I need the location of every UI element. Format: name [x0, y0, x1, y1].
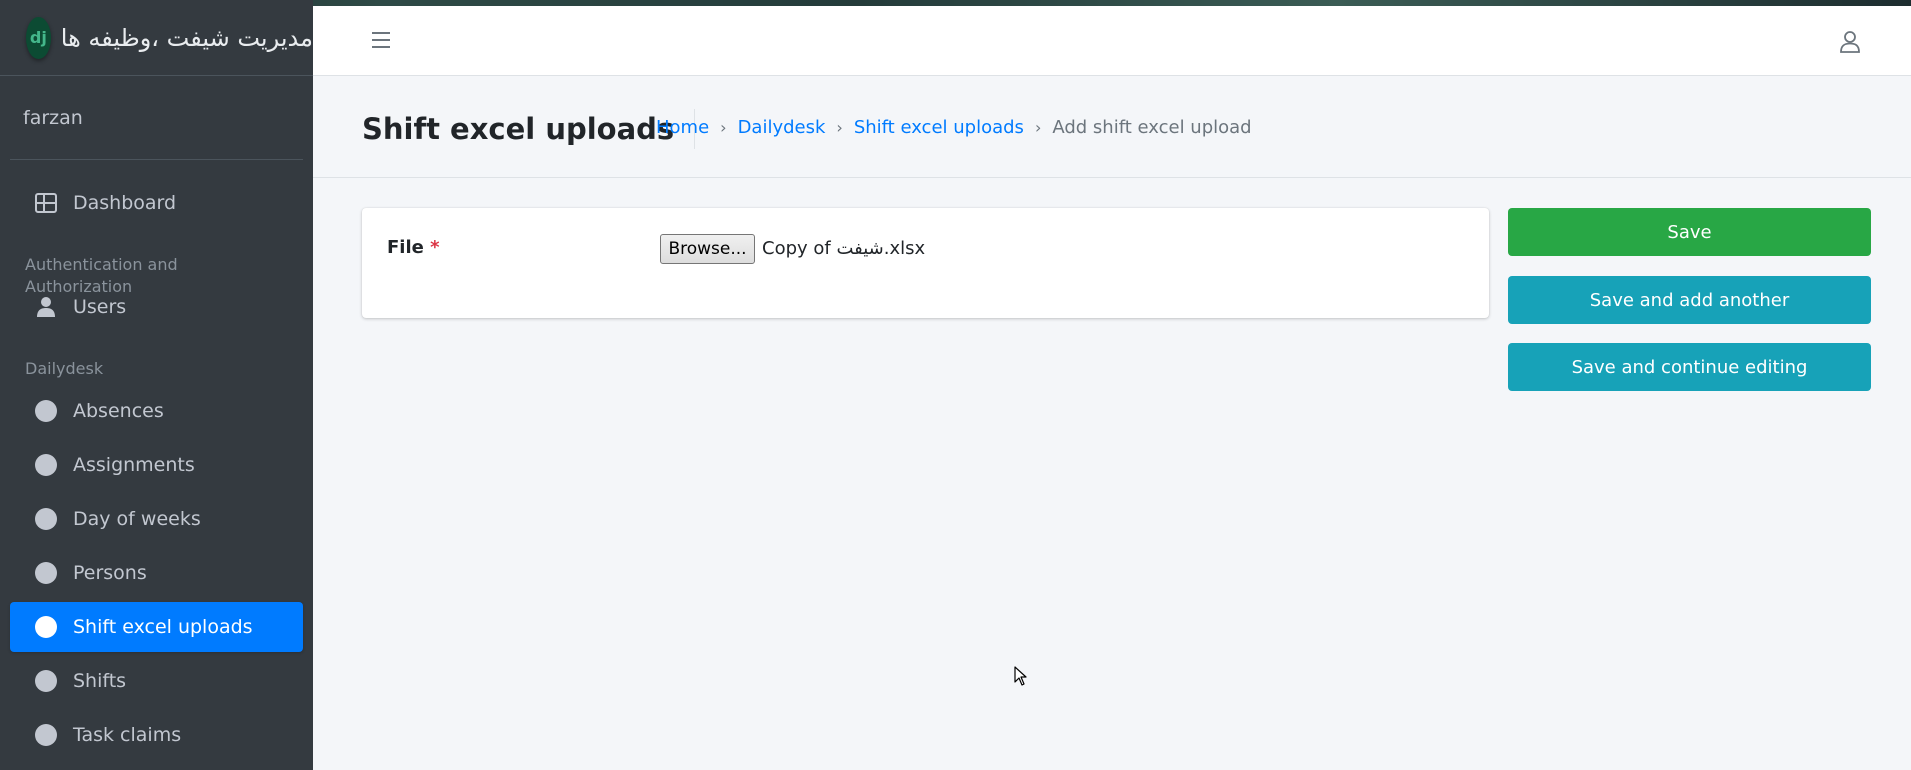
- circle-icon: [35, 562, 57, 584]
- circle-icon: [35, 400, 57, 422]
- brand-title: مدیریت شیفت ،وظیفه ها: [60, 23, 313, 52]
- save-and-continue-button[interactable]: Save and continue editing: [1508, 343, 1871, 391]
- circle-icon: [35, 508, 57, 530]
- browse-button[interactable]: Browse...: [660, 234, 755, 264]
- dashboard-icon: [35, 192, 57, 214]
- file-field-label: File *: [387, 237, 440, 258]
- breadcrumb-separator: ›: [720, 118, 727, 137]
- brand-logo: dj: [26, 16, 51, 59]
- sidebar-item-label: Persons: [73, 562, 147, 584]
- breadcrumb-dailydesk[interactable]: Dailydesk: [738, 117, 826, 138]
- breadcrumb-separator: ›: [836, 118, 843, 137]
- sidebar-item-label: Users: [73, 296, 127, 318]
- sidebar-item-shift-excel-uploads[interactable]: Shift excel uploads: [10, 602, 303, 652]
- breadcrumb: Home › Dailydesk › Shift excel uploads ›…: [656, 117, 1252, 138]
- nav-section-dailydesk: Dailydesk: [25, 359, 104, 378]
- selected-file-name: Copy of شیفت.xlsx: [762, 238, 926, 259]
- breadcrumb-separator: ›: [1034, 118, 1042, 137]
- sidebar-item-label: Day of weeks: [73, 508, 201, 530]
- user-icon[interactable]: [1839, 30, 1861, 54]
- sidebar-item-label: Shift excel uploads: [73, 616, 253, 638]
- sidebar-item-label: Absences: [73, 400, 164, 422]
- required-marker: *: [430, 237, 440, 258]
- sidebar-nav: Dashboard Authentication and Authorizati…: [0, 160, 313, 760]
- circle-icon: [35, 616, 57, 638]
- sidebar-item-label: Dashboard: [73, 192, 177, 214]
- menu-icon[interactable]: [372, 32, 390, 48]
- sidebar-item-label: Shifts: [73, 670, 127, 692]
- circle-icon: [35, 670, 57, 692]
- breadcrumb-shift-excel-uploads[interactable]: Shift excel uploads: [854, 117, 1024, 138]
- page-title: Shift excel uploads: [362, 109, 696, 149]
- sidebar-item-persons[interactable]: Persons: [10, 548, 303, 598]
- user-name: farzan: [23, 106, 83, 129]
- sidebar-item-day-of-weeks[interactable]: Day of weeks: [10, 494, 303, 544]
- mouse-cursor-icon: [1014, 666, 1028, 690]
- content-header: Shift excel uploads Home › Dailydesk › S…: [313, 77, 1911, 178]
- save-button[interactable]: Save: [1508, 208, 1871, 256]
- sidebar-item-label: Assignments: [73, 454, 195, 476]
- sidebar-item-absences[interactable]: Absences: [10, 386, 303, 436]
- circle-icon: [35, 454, 57, 476]
- brand[interactable]: dj مدیریت شیفت ،وظیفه ها: [0, 0, 313, 76]
- circle-icon: [35, 724, 57, 746]
- user-panel[interactable]: farzan: [10, 76, 303, 160]
- form-card: File * Browse... Copy of شیفت.xlsx: [362, 208, 1489, 318]
- top-navbar: [313, 6, 1911, 76]
- sidebar-item-task-claims[interactable]: Task claims: [10, 710, 303, 760]
- sidebar-item-assignments[interactable]: Assignments: [10, 440, 303, 490]
- sidebar-item-label: Task claims: [73, 724, 182, 746]
- sidebar-item-dashboard[interactable]: Dashboard: [10, 178, 303, 228]
- sidebar-item-shifts[interactable]: Shifts: [10, 656, 303, 706]
- sidebar: dj مدیریت شیفت ،وظیفه ها farzan Dashboar…: [0, 0, 313, 770]
- person-icon: [35, 296, 57, 318]
- nav-section-auth: Authentication and Authorization: [25, 255, 178, 296]
- breadcrumb-home[interactable]: Home: [656, 117, 709, 138]
- breadcrumb-current: Add shift excel upload: [1052, 117, 1252, 138]
- save-and-add-another-button[interactable]: Save and add another: [1508, 276, 1871, 324]
